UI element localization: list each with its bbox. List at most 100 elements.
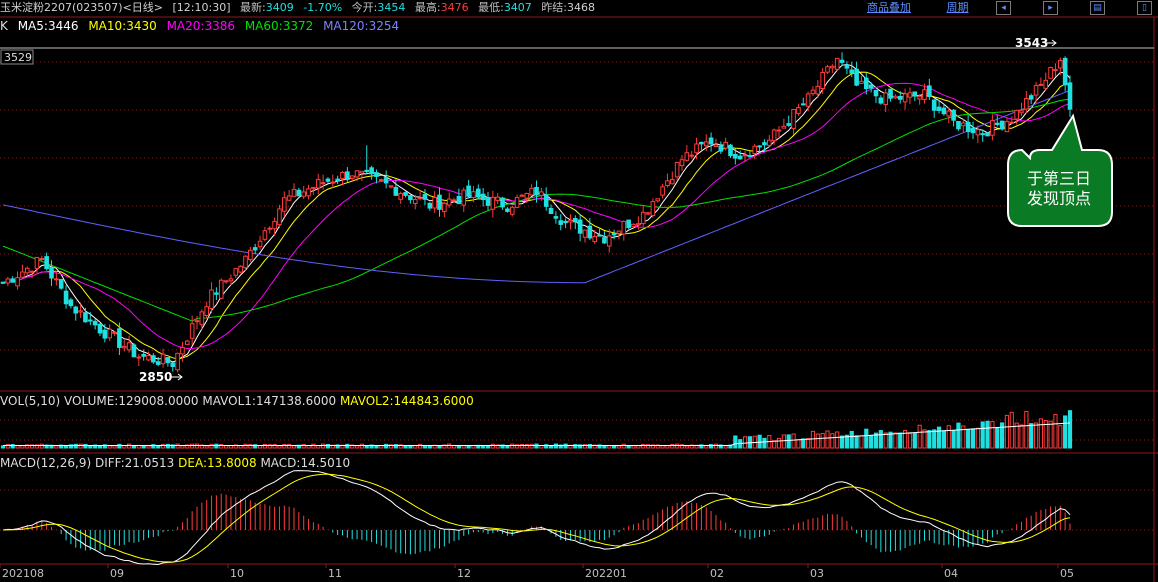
volume-bar xyxy=(131,445,137,449)
volume-bar xyxy=(786,434,791,449)
candle xyxy=(490,196,496,210)
candle xyxy=(1053,69,1058,72)
candle xyxy=(24,267,30,274)
volume-bar xyxy=(839,435,845,449)
volume-bar xyxy=(801,438,806,449)
candle xyxy=(349,175,355,179)
candle xyxy=(335,178,340,182)
candle xyxy=(476,188,481,198)
candle xyxy=(417,197,423,200)
candle xyxy=(180,346,185,355)
x-tick-label: 02 xyxy=(710,567,724,580)
candle xyxy=(1024,98,1029,110)
candle xyxy=(568,219,573,223)
volume-bar xyxy=(1067,410,1073,449)
macd-value: MACD:14.5010 xyxy=(260,456,351,470)
candle xyxy=(151,355,156,363)
callout-line-2: 发现顶点 xyxy=(1026,189,1091,208)
candle xyxy=(970,127,976,134)
candle xyxy=(665,180,670,187)
volume-bar xyxy=(742,436,748,449)
volume-bar xyxy=(820,432,825,449)
candle xyxy=(422,194,428,200)
candle xyxy=(398,193,403,200)
callout-text: 于第三日 发现顶点 xyxy=(1007,169,1111,209)
candle xyxy=(820,72,825,89)
candle xyxy=(849,69,855,74)
volume-bar xyxy=(403,445,408,449)
candle xyxy=(345,171,350,180)
candle xyxy=(873,89,879,97)
candle xyxy=(267,227,273,230)
volume-bar xyxy=(63,445,69,449)
candle xyxy=(931,99,937,111)
candle xyxy=(587,225,593,239)
candle xyxy=(883,92,889,105)
candle xyxy=(63,290,69,305)
candle xyxy=(320,182,326,185)
candle xyxy=(282,197,287,212)
candle xyxy=(791,108,796,129)
candle xyxy=(626,219,631,229)
candle xyxy=(1038,83,1044,86)
candle xyxy=(728,144,733,157)
candle xyxy=(907,92,913,98)
candle xyxy=(878,97,884,104)
volume-bar xyxy=(893,432,898,449)
candle xyxy=(126,342,132,351)
volume-bar xyxy=(975,427,980,449)
volume-bar xyxy=(194,443,200,449)
vol-volume: VOLUME:129008.0000 xyxy=(64,394,199,408)
x-tick-label: 12 xyxy=(457,567,471,580)
volume-bar xyxy=(190,443,195,449)
candle xyxy=(519,194,525,197)
volume-bar xyxy=(180,445,185,449)
volume-bar xyxy=(456,445,461,449)
candle xyxy=(670,179,675,185)
volume-bar xyxy=(39,443,44,449)
volume-bar xyxy=(214,443,219,449)
candle xyxy=(315,179,321,189)
candle xyxy=(369,167,374,175)
candle xyxy=(689,154,695,157)
candle xyxy=(645,212,651,215)
volume-bar xyxy=(907,433,913,449)
macd-diff-line xyxy=(2,470,1071,566)
volume-legend: VOL(5,10) VOLUME:129008.0000 MAVOL1:1471… xyxy=(0,394,474,408)
candle xyxy=(961,122,966,127)
volume-bar xyxy=(1048,420,1053,449)
candle xyxy=(859,80,864,84)
volume-bar xyxy=(379,445,384,449)
candle xyxy=(102,329,108,339)
volume-bar xyxy=(563,443,568,449)
volume-bar xyxy=(631,445,636,449)
candle xyxy=(54,278,59,281)
kline-chart[interactable]: 202108 09 10 11 12 202201 02 03 04 05 3529 3543 2… xyxy=(0,0,1158,582)
candle xyxy=(679,159,685,167)
volume-bar xyxy=(490,443,495,449)
candle xyxy=(927,85,932,97)
candle xyxy=(155,361,161,365)
candle xyxy=(597,234,602,237)
candle xyxy=(29,270,35,273)
candle xyxy=(301,191,306,197)
candle xyxy=(1058,59,1063,69)
candle xyxy=(1048,67,1053,79)
x-tick-label: 202201 xyxy=(585,567,627,580)
candle xyxy=(854,68,859,86)
volume-bar xyxy=(806,438,811,449)
volume-bar xyxy=(1024,410,1029,449)
volume-bar xyxy=(311,443,316,449)
candle xyxy=(243,255,248,269)
volume-bar xyxy=(461,445,466,449)
candle xyxy=(175,352,180,371)
candle xyxy=(34,256,40,269)
volume-bar xyxy=(776,437,782,449)
candle xyxy=(0,281,6,284)
candle xyxy=(1043,79,1049,89)
x-tick-label: 03 xyxy=(810,567,824,580)
volume-bar xyxy=(602,445,607,449)
candle xyxy=(956,120,961,130)
volume-bar xyxy=(262,443,267,449)
candle xyxy=(131,344,137,358)
